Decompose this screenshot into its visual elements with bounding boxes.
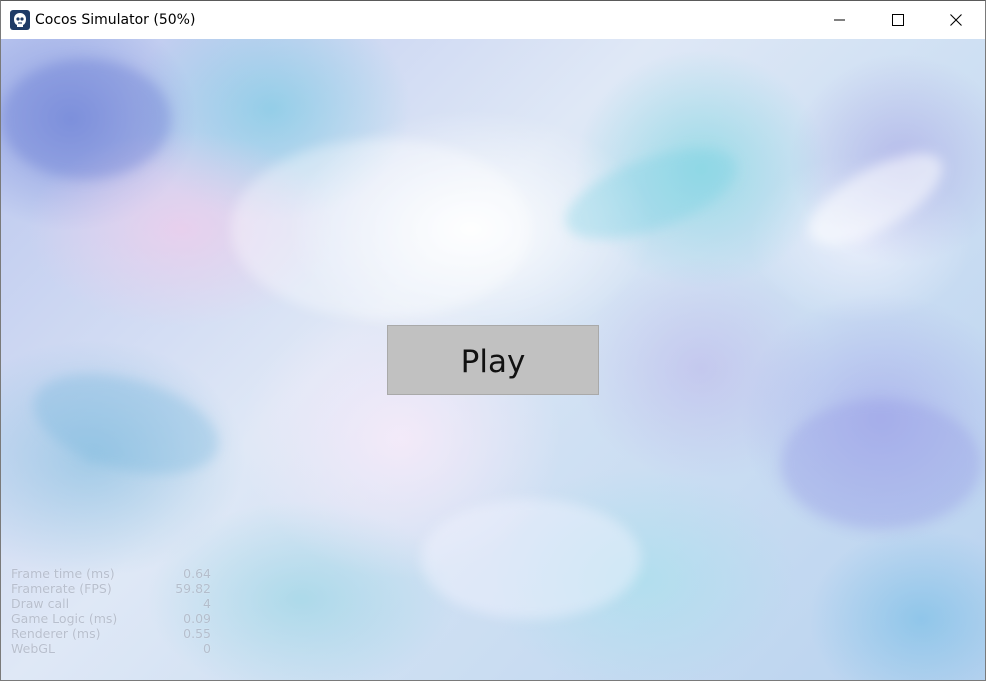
background-swirl	[231, 139, 531, 319]
background-swirl	[796, 135, 956, 263]
game-canvas[interactable]: Play Frame time (ms) 0.64 Framerate (FPS…	[1, 39, 985, 680]
minimize-button[interactable]	[811, 1, 869, 39]
maximize-button[interactable]	[869, 1, 927, 39]
title-bar[interactable]: Cocos Simulator (50%)	[1, 1, 985, 39]
stat-label: WebGL	[11, 641, 55, 656]
play-button-label: Play	[460, 344, 526, 380]
background-swirl	[421, 499, 641, 619]
stat-row: Frame time (ms) 0.64	[11, 566, 213, 581]
stat-row: Renderer (ms) 0.55	[11, 626, 213, 641]
simulator-window: Cocos Simulator (50%) Play Frame time (m…	[0, 0, 986, 681]
close-icon	[950, 14, 962, 26]
maximize-icon	[892, 14, 904, 26]
stat-label: Framerate (FPS)	[11, 581, 112, 596]
window-title: Cocos Simulator (50%)	[35, 12, 196, 28]
background-swirl	[781, 399, 981, 529]
close-button[interactable]	[927, 1, 985, 39]
minimize-icon	[834, 19, 845, 21]
background-swirl	[554, 130, 748, 258]
stat-value: 59.82	[175, 581, 211, 596]
stat-row: Framerate (FPS) 59.82	[11, 581, 213, 596]
cocos-logo-icon	[10, 10, 30, 30]
stat-value: 0.64	[183, 566, 211, 581]
stat-label: Game Logic (ms)	[11, 611, 118, 626]
stats-overlay: Frame time (ms) 0.64 Framerate (FPS) 59.…	[11, 566, 213, 656]
play-button[interactable]: Play	[387, 325, 599, 395]
stat-value: 4	[203, 596, 211, 611]
stat-label: Renderer (ms)	[11, 626, 101, 641]
stat-row: Game Logic (ms) 0.09	[11, 611, 213, 626]
stat-value: 0	[203, 641, 211, 656]
stat-label: Draw call	[11, 596, 70, 611]
background-swirl	[1, 59, 171, 179]
stat-row: Draw call 4	[11, 596, 213, 611]
background-swirl	[22, 355, 230, 493]
stat-row: WebGL 0	[11, 641, 213, 656]
stat-label: Frame time (ms)	[11, 566, 115, 581]
stat-value: 0.55	[183, 626, 211, 641]
stat-value: 0.09	[183, 611, 211, 626]
